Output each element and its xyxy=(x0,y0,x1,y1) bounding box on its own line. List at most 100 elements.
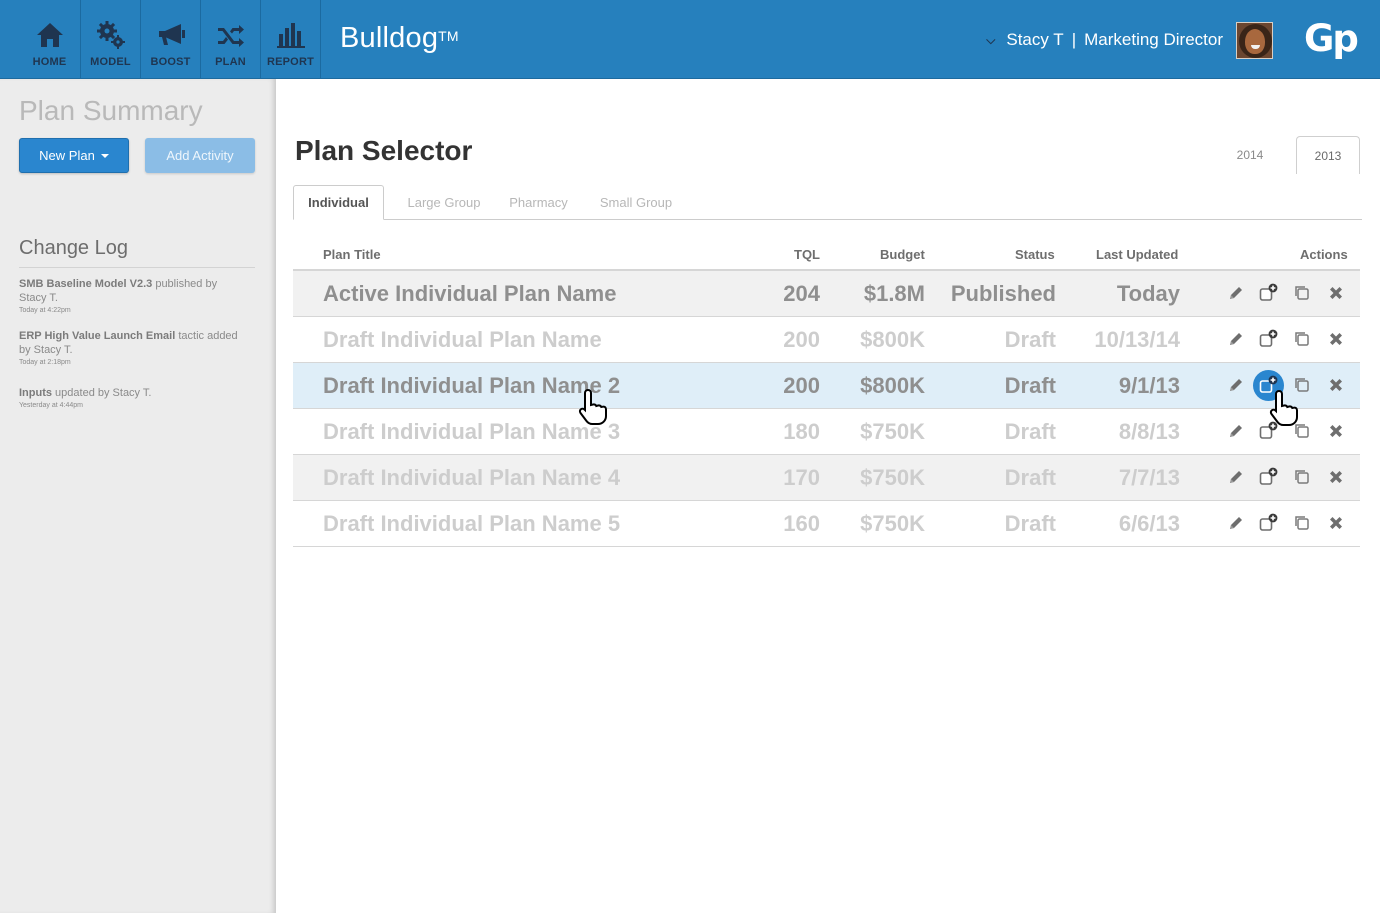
bar-chart-icon xyxy=(276,23,305,48)
plan-status: Draft xyxy=(1004,464,1056,490)
table-row[interactable]: Draft Individual Plan Name 2 200 $800K Draf… xyxy=(293,363,1360,409)
log-time: Yesterday at 4:44pm xyxy=(19,402,83,409)
change-log-title: Change Log xyxy=(19,237,128,259)
new-plan-button[interactable]: New Plan xyxy=(19,138,129,173)
plan-tql: 170 xyxy=(783,464,820,490)
nav-home-label: HOME xyxy=(32,56,67,68)
plan-last-updated: 6/6/13 xyxy=(1118,510,1180,536)
plan-tql: 160 xyxy=(783,510,820,536)
plan-tql: 200 xyxy=(783,326,820,352)
hand-cursor-icon xyxy=(578,388,607,425)
pencil-icon[interactable] xyxy=(1226,375,1246,395)
plan-title[interactable]: Draft Individual Plan Name xyxy=(323,317,602,362)
nav-model-label: MODEL xyxy=(90,56,131,68)
table-row[interactable]: Draft Individual Plan Name 3 180 $750K Draf… xyxy=(293,409,1360,455)
plan-status: Draft xyxy=(1004,510,1056,536)
plan-last-updated: 9/1/13 xyxy=(1118,372,1180,398)
pencil-icon[interactable] xyxy=(1226,421,1246,441)
divider xyxy=(19,267,255,268)
home-icon xyxy=(36,23,63,47)
close-icon[interactable] xyxy=(1326,421,1346,441)
close-icon[interactable] xyxy=(1326,329,1346,349)
table-row[interactable]: Draft Individual Plan Name 200 $800K Draft 1… xyxy=(293,317,1360,363)
col-plan-title[interactable]: Plan Title xyxy=(323,247,381,262)
plan-title[interactable]: Draft Individual Plan Name 4 xyxy=(323,455,620,500)
close-icon[interactable] xyxy=(1326,467,1346,487)
plan-status: Draft xyxy=(1004,418,1056,444)
nav-home[interactable]: HOME xyxy=(0,0,81,78)
plan-status: Draft xyxy=(1004,326,1056,352)
nav-model[interactable]: MODEL xyxy=(81,0,141,78)
nav-boost-label: BOOST xyxy=(150,56,191,68)
plan-tql: 180 xyxy=(783,418,820,444)
table-row[interactable]: Active Individual Plan Name 204 $1.8M Publi… xyxy=(293,271,1360,317)
app-name: BulldogTM xyxy=(340,22,459,54)
tab-individual[interactable]: Individual xyxy=(293,185,384,220)
duplicate-icon[interactable] xyxy=(1292,283,1312,303)
col-tql[interactable]: TQL xyxy=(794,247,820,262)
log-time: Today at 4:22pm xyxy=(19,307,71,314)
nav-plan-label: PLAN xyxy=(215,56,246,68)
plan-last-updated: 8/8/13 xyxy=(1118,418,1180,444)
plan-title[interactable]: Draft Individual Plan Name 5 xyxy=(323,501,620,546)
log-entry: Inputs updated by Stacy T. Yesterday at … xyxy=(19,386,244,409)
close-icon[interactable] xyxy=(1326,513,1346,533)
plan-budget: $750K xyxy=(860,510,925,536)
megaphone-icon xyxy=(158,24,185,45)
plan-last-updated: 10/13/14 xyxy=(1094,326,1180,352)
user-name: Stacy T xyxy=(1006,30,1064,49)
user-role: Marketing Director xyxy=(1084,30,1223,49)
nav-plan[interactable]: PLAN xyxy=(201,0,261,78)
pencil-icon[interactable] xyxy=(1226,513,1246,533)
col-budget[interactable]: Budget xyxy=(880,247,925,262)
col-actions: Actions xyxy=(1300,247,1348,262)
top-bar: HOME MODEL BOOST PLAN REPORT BulldogTM ⌵… xyxy=(0,0,1380,79)
add-activity-button[interactable]: Add Activity xyxy=(145,138,255,173)
tab-large-group[interactable]: Large Group xyxy=(398,185,490,220)
row-actions xyxy=(1220,455,1360,500)
company-logo: Gp xyxy=(1304,17,1359,60)
plan-title[interactable]: Draft Individual Plan Name 2 xyxy=(323,363,620,408)
plan-status: Draft xyxy=(1004,372,1056,398)
avatar[interactable] xyxy=(1236,22,1273,59)
pencil-icon[interactable] xyxy=(1226,467,1246,487)
user-menu[interactable]: ⌵ Stacy T | Marketing Director xyxy=(986,30,1223,50)
new-from-plan-icon[interactable] xyxy=(1258,467,1278,487)
plan-title[interactable]: Active Individual Plan Name xyxy=(323,271,616,316)
user-separator: | xyxy=(1071,30,1077,49)
log-entry: SMB Baseline Model V2.3 published by Sta… xyxy=(19,277,244,314)
plan-budget: $750K xyxy=(860,464,925,490)
duplicate-icon[interactable] xyxy=(1292,329,1312,349)
close-icon[interactable] xyxy=(1326,375,1346,395)
plan-budget: $800K xyxy=(860,372,925,398)
main-nav: HOME MODEL BOOST PLAN REPORT xyxy=(0,0,321,78)
log-entry: ERP High Value Launch Email tactic added… xyxy=(19,329,244,366)
page-title: Plan Selector xyxy=(295,135,473,166)
gears-icon xyxy=(96,21,125,49)
duplicate-icon[interactable] xyxy=(1292,513,1312,533)
chevron-down-icon: ⌵ xyxy=(986,32,996,47)
pencil-icon[interactable] xyxy=(1226,329,1246,349)
new-from-plan-icon[interactable] xyxy=(1258,283,1278,303)
plan-budget: $750K xyxy=(860,418,925,444)
table-row[interactable]: Draft Individual Plan Name 5 160 $750K Draf… xyxy=(293,501,1360,547)
shuffle-icon xyxy=(217,25,244,47)
year-tab-2014[interactable]: 2014 xyxy=(1218,136,1282,174)
plan-title[interactable]: Draft Individual Plan Name 3 xyxy=(323,409,620,454)
year-tab-2013[interactable]: 2013 xyxy=(1296,136,1360,174)
nav-boost[interactable]: BOOST xyxy=(141,0,201,78)
new-from-plan-icon[interactable] xyxy=(1258,329,1278,349)
col-status[interactable]: Status xyxy=(1015,247,1055,262)
pencil-icon[interactable] xyxy=(1226,283,1246,303)
tab-pharmacy[interactable]: Pharmacy xyxy=(500,185,577,220)
tab-small-group[interactable]: Small Group xyxy=(590,185,682,220)
plan-budget: $1.8M xyxy=(863,280,925,306)
duplicate-icon[interactable] xyxy=(1292,467,1312,487)
sidebar: Plan Summary New Plan Add Activity Chang… xyxy=(0,79,276,913)
col-last-updated[interactable]: Last Updated xyxy=(1096,247,1178,262)
table-row[interactable]: Draft Individual Plan Name 4 170 $750K Draf… xyxy=(293,455,1360,501)
nav-report[interactable]: REPORT xyxy=(261,0,321,78)
close-icon[interactable] xyxy=(1326,283,1346,303)
plan-budget: $800K xyxy=(860,326,925,352)
new-from-plan-icon[interactable] xyxy=(1258,513,1278,533)
